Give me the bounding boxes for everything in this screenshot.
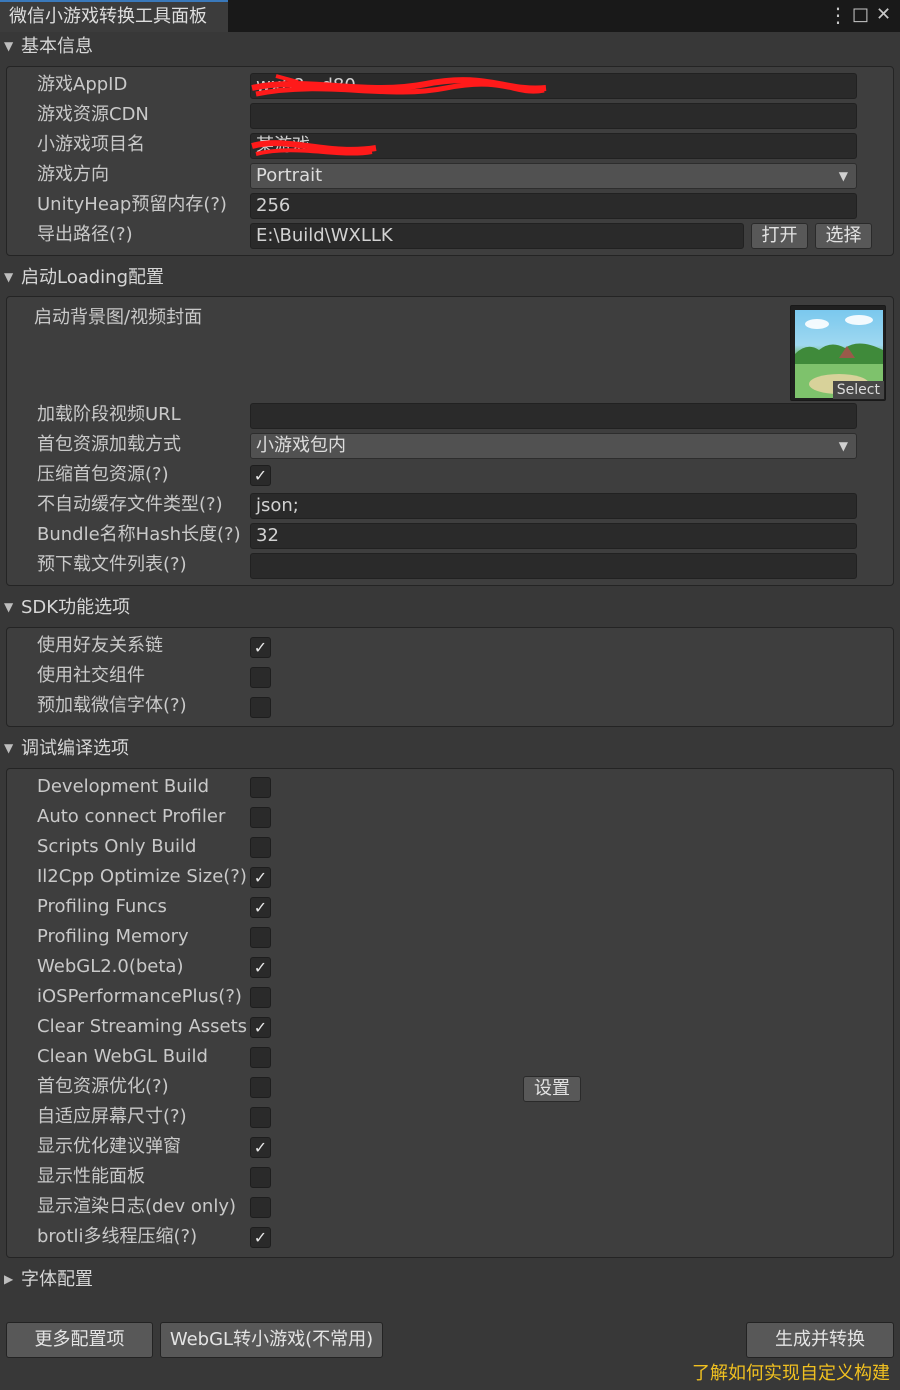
bg-image-picker[interactable]: Select [790, 305, 886, 401]
orientation-dropdown[interactable]: Portrait ▼ [250, 163, 857, 189]
load-mode-label: 首包资源加载方式 [37, 434, 181, 455]
heap-field[interactable]: 256 [250, 193, 857, 219]
collapsed-arrow-icon: ▶ [4, 1272, 14, 1286]
select-label[interactable]: Select [832, 381, 884, 399]
orientation-value: Portrait [256, 165, 323, 186]
window-tab[interactable]: 微信小游戏转换工具面板 [0, 0, 228, 32]
debug-option-label: brotli多线程压缩(?) [37, 1226, 198, 1247]
section-header-debug[interactable]: ▼ 调试编译选项 [0, 734, 900, 762]
social-checkbox[interactable] [250, 667, 271, 688]
no-cache-field[interactable]: json; [250, 493, 857, 519]
export-path-label: 导出路径(?) [37, 224, 133, 245]
section-title: 调试编译选项 [21, 738, 129, 759]
debug-option-checkbox[interactable]: ✓ [250, 867, 271, 888]
friend-checkbox[interactable]: ✓ [250, 637, 271, 658]
build-convert-button[interactable]: 生成并转换 [746, 1322, 894, 1358]
debug-option-checkbox[interactable] [250, 777, 271, 798]
section-title: 启动Loading配置 [21, 267, 165, 288]
expanded-arrow-icon: ▼ [4, 39, 14, 53]
bg-image-label: 启动背景图/视频封面 [34, 307, 203, 328]
debug-option-checkbox[interactable] [250, 1197, 271, 1218]
debug-option-label: WebGL2.0(beta) [37, 956, 184, 977]
debug-option-label: 显示渲染日志(dev only) [37, 1196, 236, 1217]
settings-button[interactable]: 设置 [523, 1076, 581, 1102]
maximize-icon[interactable]: □ [852, 3, 869, 27]
debug-option-label: Scripts Only Build [37, 836, 197, 857]
chevron-down-icon: ▼ [838, 169, 848, 183]
hash-length-field[interactable]: 32 [250, 523, 857, 549]
debug-option-checkbox[interactable] [250, 1107, 271, 1128]
social-label: 使用社交组件 [37, 665, 145, 686]
video-url-field[interactable] [250, 403, 857, 429]
debug-option-label: Clean WebGL Build [37, 1046, 208, 1067]
debug-option-label: Auto connect Profiler [37, 806, 226, 827]
friend-label: 使用好友关系链 [37, 635, 163, 656]
font-preload-label: 预加载微信字体(?) [37, 695, 187, 716]
expanded-arrow-icon: ▼ [4, 600, 14, 614]
font-preload-checkbox[interactable] [250, 697, 271, 718]
chevron-down-icon: ▼ [838, 439, 848, 453]
debug-option-checkbox[interactable] [250, 987, 271, 1008]
section-header-font[interactable]: ▶ 字体配置 [0, 1265, 900, 1293]
debug-option-checkbox[interactable]: ✓ [250, 957, 271, 978]
expanded-arrow-icon: ▼ [4, 741, 14, 755]
compress-label: 压缩首包资源(?) [37, 464, 169, 485]
orientation-label: 游戏方向 [37, 164, 109, 185]
section-header-sdk[interactable]: ▼ SDK功能选项 [0, 593, 900, 621]
debug-option-label: Profiling Memory [37, 926, 189, 947]
cdn-field[interactable] [250, 103, 857, 129]
debug-option-checkbox[interactable]: ✓ [250, 1227, 271, 1248]
custom-build-help-link[interactable]: 了解如何实现自定义构建 [692, 1362, 890, 1386]
debug-option-checkbox[interactable] [250, 1047, 271, 1068]
no-cache-label: 不自动缓存文件类型(?) [37, 494, 223, 515]
preload-list-field[interactable] [250, 553, 857, 579]
debug-option-label: Clear Streaming Assets [37, 1016, 248, 1037]
section-header-basic[interactable]: ▼ 基本信息 [0, 32, 900, 60]
heap-label: UnityHeap预留内存(?) [37, 194, 227, 215]
load-mode-dropdown[interactable]: 小游戏包内 ▼ [250, 433, 857, 459]
more-config-button[interactable]: 更多配置项 [6, 1322, 153, 1358]
debug-option-checkbox[interactable]: ✓ [250, 897, 271, 918]
open-button[interactable]: 打开 [751, 223, 808, 249]
debug-option-checkbox[interactable] [250, 1167, 271, 1188]
webgl-convert-button[interactable]: WebGL转小游戏(不常用) [160, 1322, 383, 1358]
debug-option-checkbox[interactable] [250, 837, 271, 858]
debug-option-checkbox[interactable] [250, 1077, 271, 1098]
section-title: 字体配置 [21, 1269, 93, 1290]
more-menu-icon[interactable]: ⋮ [828, 3, 848, 27]
debug-option-label: 首包资源优化(?) [37, 1076, 169, 1097]
close-icon[interactable]: ✕ [876, 3, 891, 27]
debug-option-checkbox[interactable]: ✓ [250, 1017, 271, 1038]
project-name-field[interactable]: 某游戏 [250, 133, 857, 159]
appid-field[interactable]: wx68...d80 [250, 73, 857, 99]
preload-list-label: 预下载文件列表(?) [37, 554, 187, 575]
export-path-field[interactable]: E:\Build\WXLLK [250, 223, 744, 249]
video-url-label: 加载阶段视频URL [37, 404, 181, 425]
debug-option-label: Profiling Funcs [37, 896, 167, 917]
load-mode-value: 小游戏包内 [256, 435, 346, 456]
hash-length-label: Bundle名称Hash长度(?) [37, 524, 241, 545]
section-header-loading[interactable]: ▼ 启动Loading配置 [0, 263, 900, 291]
compress-checkbox[interactable]: ✓ [250, 465, 271, 486]
section-title: SDK功能选项 [21, 597, 131, 618]
choose-button[interactable]: 选择 [815, 223, 872, 249]
debug-option-label: iOSPerformancePlus(?) [37, 986, 242, 1007]
debug-option-label: Development Build [37, 776, 210, 797]
debug-option-checkbox[interactable] [250, 807, 271, 828]
window-titlebar: 微信小游戏转换工具面板 ⋮ □ ✕ [0, 0, 900, 32]
appid-label: 游戏AppID [37, 74, 128, 95]
debug-option-checkbox[interactable] [250, 927, 271, 948]
expanded-arrow-icon: ▼ [4, 270, 14, 284]
section-title: 基本信息 [21, 36, 93, 57]
debug-option-label: 自适应屏幕尺寸(?) [37, 1106, 187, 1127]
debug-option-label: Il2Cpp Optimize Size(?) [37, 866, 247, 887]
cdn-label: 游戏资源CDN [37, 104, 149, 125]
project-name-label: 小游戏项目名 [37, 134, 145, 155]
debug-option-label: 显示性能面板 [37, 1166, 145, 1187]
debug-option-label: 显示优化建议弹窗 [37, 1136, 181, 1157]
debug-option-checkbox[interactable]: ✓ [250, 1137, 271, 1158]
